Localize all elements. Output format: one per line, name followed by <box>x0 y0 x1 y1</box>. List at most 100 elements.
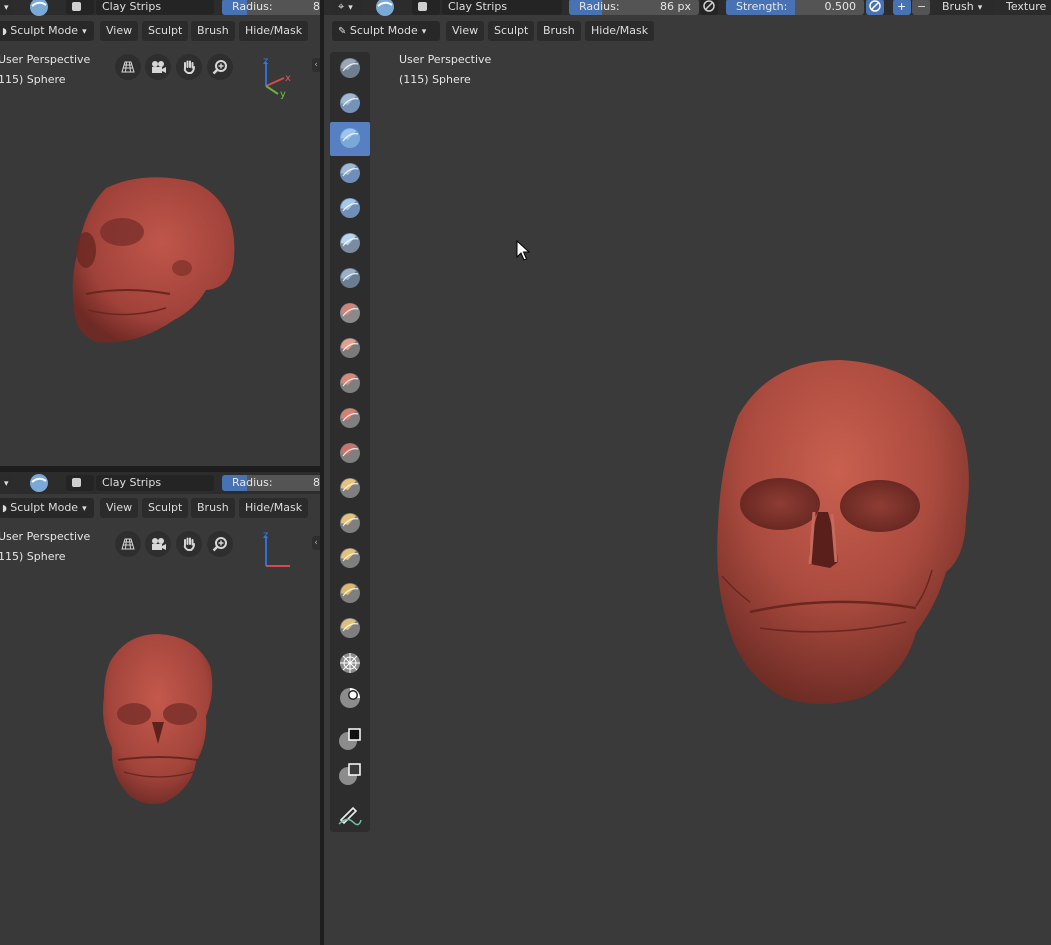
area-divider[interactable] <box>320 0 324 945</box>
viewport-perspective-text: User Perspective <box>0 530 91 543</box>
box-hide-icon <box>338 762 362 789</box>
menu-brush[interactable]: Brush <box>191 498 235 518</box>
tool-button[interactable] <box>330 122 370 156</box>
brush-name-field[interactable]: Clay Strips <box>96 0 214 15</box>
fake-user-toggle[interactable] <box>66 475 94 491</box>
texture-menu-dropdown[interactable]: Texture <box>1000 0 1051 15</box>
strength-slider[interactable]: Strength: 0.500 <box>726 0 864 15</box>
radius-slider[interactable]: Radius: 8 <box>222 0 320 15</box>
fake-user-toggle[interactable] <box>66 0 94 15</box>
strength-pressure-icon[interactable] <box>866 0 884 15</box>
menu-hide-mask[interactable]: Hide/Mask <box>239 498 309 518</box>
view3d-header: ◗ Sculpt Mode ▾ View Sculpt Brush Hide/Ma… <box>0 496 320 520</box>
tool-button[interactable] <box>330 437 370 471</box>
menu-sculpt[interactable]: Sculpt <box>142 498 189 518</box>
mode-dropdown[interactable]: ◗ Sculpt Mode ▾ <box>0 498 94 518</box>
viewport-perspective-text: User Perspective <box>399 53 492 66</box>
tool-button[interactable] <box>330 542 370 576</box>
tool-button[interactable] <box>330 402 370 436</box>
tool-button[interactable] <box>330 87 370 121</box>
pan-hand-icon[interactable] <box>176 531 202 557</box>
sculpt-mode-icon: ◗ <box>2 27 7 37</box>
tool-button[interactable] <box>330 297 370 331</box>
sidebar-toggle-icon[interactable]: ‹ <box>312 536 320 550</box>
tool-button[interactable] <box>330 52 370 86</box>
radius-slider[interactable]: Radius: 8 <box>222 475 320 491</box>
gizmo-y-label: y <box>280 89 286 100</box>
strength-label: Strength: <box>736 0 788 13</box>
viewport-main[interactable]: ⌖ ▾ Clay Strips Radius: 86 px Strength: 0… <box>324 0 1051 945</box>
menu-hide-mask[interactable]: Hide/Mask <box>239 21 309 41</box>
mode-dropdown[interactable]: ✎ Sculpt Mode ▾ <box>332 21 440 41</box>
subtract-direction-icon[interactable]: − <box>912 0 930 15</box>
tool-button[interactable] <box>330 192 370 226</box>
camera-icon[interactable] <box>145 54 171 80</box>
chevron-down-icon: ▾ <box>82 27 87 37</box>
tool-button[interactable] <box>330 612 370 646</box>
editor-type-dropdown[interactable]: ▾ <box>0 475 14 491</box>
zoom-icon[interactable] <box>207 531 233 557</box>
chevron-down-icon: ▾ <box>977 3 983 13</box>
brush-preview-icon[interactable] <box>28 0 50 17</box>
menu-sculpt[interactable]: Sculpt <box>142 21 189 41</box>
menu-sculpt[interactable]: Sculpt <box>488 21 535 41</box>
viewport-top-left[interactable]: ▾ Clay Strips Radius: 8 ◗ Sculpt Mode ▾ V… <box>0 0 320 466</box>
tool-settings-dropdown[interactable]: ⌖ ▾ <box>332 0 362 15</box>
menu-brush[interactable]: Brush <box>191 21 235 41</box>
axis-gizmo-icon[interactable]: z x y <box>258 56 298 100</box>
brush-preview-icon[interactable] <box>374 0 396 17</box>
tool-button[interactable] <box>330 682 370 716</box>
mode-label: Sculpt Mode <box>10 501 79 514</box>
pan-hand-icon[interactable] <box>176 54 202 80</box>
viewport-bottom-left[interactable]: ▾ Clay Strips Radius: 8 ◗ Sculpt Mode ▾ V… <box>0 472 320 945</box>
tool-button[interactable] <box>330 332 370 366</box>
tool-button[interactable] <box>330 758 370 792</box>
brush-name-field[interactable]: Clay Strips <box>442 0 562 15</box>
fake-user-toggle[interactable] <box>412 0 440 15</box>
sidebar-toggle-icon[interactable]: ‹ <box>312 58 320 72</box>
tool-button[interactable] <box>330 799 370 833</box>
brush-name-field[interactable]: Clay Strips <box>96 475 214 491</box>
tool-button[interactable] <box>330 507 370 541</box>
brush-preview-icon[interactable] <box>28 473 50 493</box>
toggle-camera-view-icon[interactable] <box>115 531 141 557</box>
crease-icon <box>338 301 362 328</box>
skull-model <box>717 360 969 704</box>
view3d-header: ✎ Sculpt Mode ▾ View Sculpt Brush Hide/Ma… <box>324 19 1051 43</box>
brush-menu-dropdown[interactable]: Brush ▾ <box>936 0 994 15</box>
tool-button[interactable] <box>330 472 370 506</box>
sculpt-mode-icon: ✎ <box>338 26 347 37</box>
rotate-icon <box>338 651 362 678</box>
chevron-down-icon: ▾ <box>4 3 9 13</box>
menu-view[interactable]: View <box>446 21 485 41</box>
radius-slider[interactable]: Radius: 86 px <box>569 0 699 15</box>
skull-model <box>72 177 235 343</box>
skull-model <box>103 634 213 804</box>
tool-settings-icon: ⌖ <box>338 0 345 13</box>
menu-view[interactable]: View <box>100 498 139 518</box>
mode-label: Sculpt Mode <box>10 24 79 37</box>
radius-pressure-icon[interactable] <box>700 0 718 15</box>
brush-datablock-icon <box>72 478 81 487</box>
editor-type-dropdown[interactable]: ▾ <box>0 0 14 15</box>
texture-menu-label: Texture <box>1006 0 1047 13</box>
axis-gizmo-icon[interactable]: z <box>258 530 298 574</box>
mode-label: Sculpt Mode <box>349 24 418 37</box>
camera-icon[interactable] <box>145 531 171 557</box>
menu-hide-mask[interactable]: Hide/Mask <box>585 21 655 41</box>
tool-button[interactable] <box>330 262 370 296</box>
menu-view[interactable]: View <box>100 21 139 41</box>
mode-dropdown[interactable]: ◗ Sculpt Mode ▾ <box>0 21 94 41</box>
tool-button[interactable] <box>330 367 370 401</box>
toggle-camera-view-icon[interactable] <box>115 54 141 80</box>
tool-button[interactable] <box>330 647 370 681</box>
tool-button[interactable] <box>330 577 370 611</box>
grab-icon <box>338 511 362 538</box>
menu-brush[interactable]: Brush <box>537 21 581 41</box>
tool-button[interactable] <box>330 227 370 261</box>
zoom-icon[interactable] <box>207 54 233 80</box>
tool-button[interactable] <box>330 157 370 191</box>
tool-button[interactable] <box>330 723 370 757</box>
annotate-icon <box>337 804 363 829</box>
add-direction-icon[interactable]: + <box>893 0 911 15</box>
